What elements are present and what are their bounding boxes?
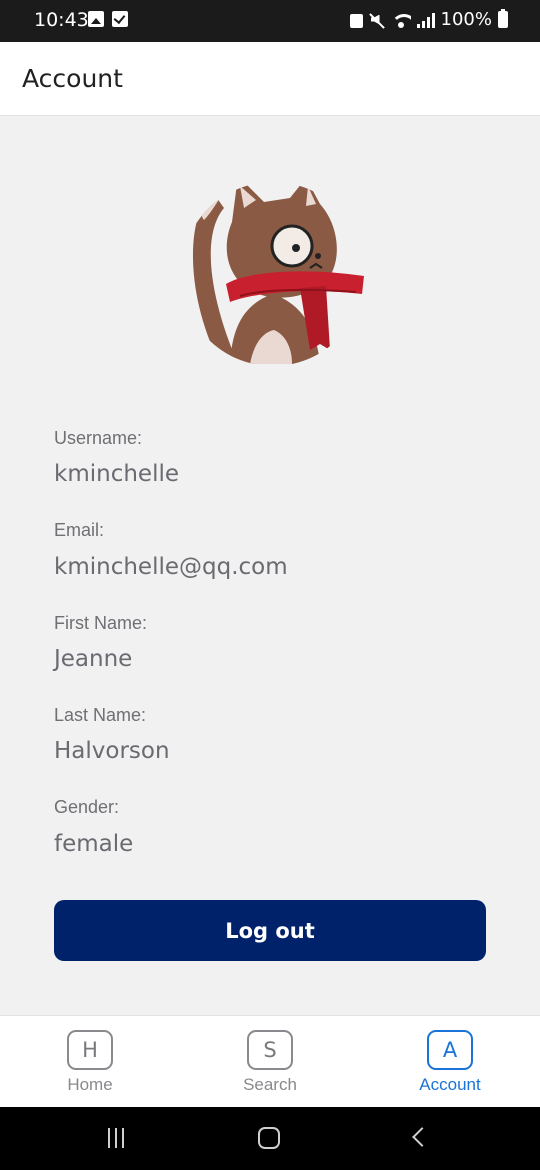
recent-apps-icon[interactable] bbox=[108, 1128, 124, 1148]
nav-account[interactable]: A Account bbox=[380, 1016, 520, 1108]
system-nav-bar bbox=[0, 1107, 540, 1170]
last-name-value: Halvorson bbox=[54, 738, 170, 764]
nav-home[interactable]: H Home bbox=[20, 1016, 160, 1108]
mute-icon bbox=[369, 12, 385, 28]
status-system-icons: 100% bbox=[349, 9, 508, 30]
nav-search-label: Search bbox=[243, 1075, 297, 1094]
status-notification-icons bbox=[88, 11, 128, 27]
search-key-icon: S bbox=[247, 1030, 293, 1070]
lock-icon bbox=[349, 14, 363, 28]
username-label: Username: bbox=[54, 428, 143, 448]
nav-search[interactable]: S Search bbox=[200, 1016, 340, 1108]
gender-value: female bbox=[54, 831, 134, 857]
avatar bbox=[192, 182, 364, 364]
battery-icon bbox=[498, 9, 508, 28]
first-name-value: Jeanne bbox=[54, 646, 133, 672]
first-name-label: First Name: bbox=[54, 613, 148, 633]
home-key-icon: H bbox=[67, 1030, 113, 1070]
status-bar: 10:43 100% bbox=[0, 0, 540, 42]
email-label: Email: bbox=[54, 520, 105, 540]
username-value: kminchelle bbox=[54, 461, 179, 487]
page-title: Account bbox=[22, 64, 123, 93]
bottom-nav: H Home S Search A Account bbox=[0, 1015, 540, 1107]
logout-button[interactable]: Log out bbox=[54, 900, 486, 961]
last-name-label: Last Name: bbox=[54, 705, 147, 725]
wifi-icon bbox=[390, 12, 411, 28]
app-header: Account bbox=[0, 42, 540, 116]
back-icon[interactable] bbox=[412, 1127, 432, 1147]
checkbox-icon bbox=[112, 11, 128, 27]
nav-home-label: Home bbox=[67, 1075, 113, 1094]
home-icon[interactable] bbox=[258, 1127, 280, 1149]
signal-icon bbox=[416, 12, 435, 28]
battery-percent: 100% bbox=[440, 9, 492, 30]
email-value: kminchelle@qq.com bbox=[54, 554, 288, 580]
account-key-icon: A bbox=[427, 1030, 473, 1070]
nav-account-label: Account bbox=[419, 1075, 481, 1094]
status-time: 10:43 bbox=[34, 9, 89, 31]
gender-label: Gender: bbox=[54, 797, 120, 817]
gallery-icon bbox=[88, 11, 104, 27]
